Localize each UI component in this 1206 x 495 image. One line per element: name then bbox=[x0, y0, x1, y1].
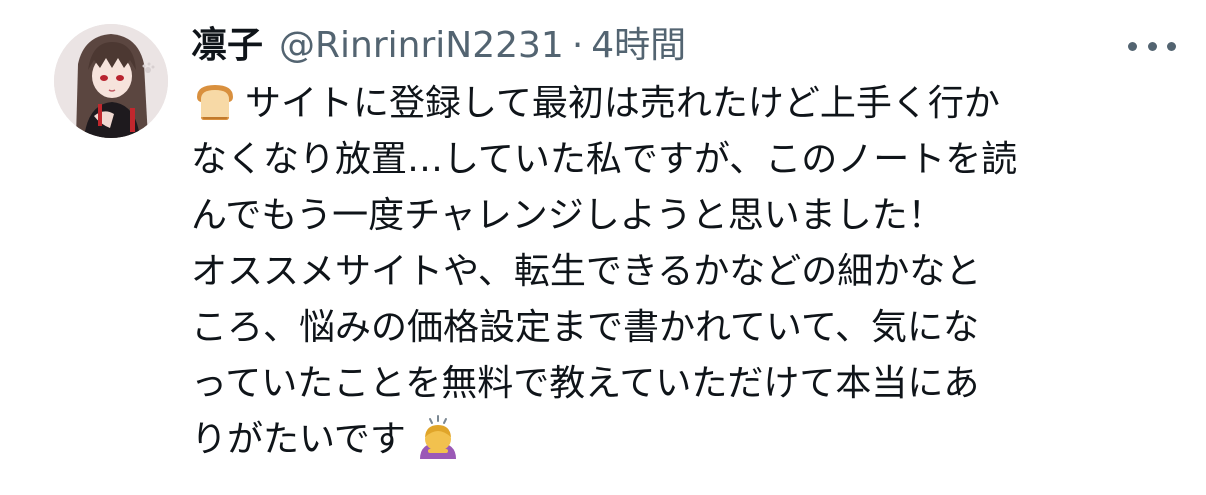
tweet-line-2: なくなり放置…していた私ですが、このノートを読 bbox=[191, 139, 1018, 180]
tweet-text-line: サイトに登録して最初は売れたけど上手く行か bbox=[191, 76, 1181, 132]
avatar-image bbox=[54, 24, 168, 138]
tweet-header: 凛子 @RinrinriN2231 · 4時間 bbox=[191, 18, 686, 74]
tweet-text-line: りがたいです bbox=[191, 412, 1181, 468]
tweet-line-3: んでもう一度チャレンジしようと思いました！ bbox=[191, 195, 944, 236]
tweet-line-5: ころ、悩みの価格設定まで書かれていて、気にな bbox=[191, 307, 980, 348]
ellipsis-dot bbox=[1167, 41, 1176, 51]
display-name[interactable]: 凛子 bbox=[191, 18, 263, 74]
user-handle[interactable]: @RinrinriN2231 bbox=[279, 18, 564, 74]
more-options-button[interactable] bbox=[1128, 33, 1176, 59]
timestamp[interactable]: 4時間 bbox=[591, 18, 686, 74]
tweet-line-4: オススメサイトや、転生できるかなどの細かなと bbox=[191, 251, 982, 292]
ellipsis-dot bbox=[1147, 41, 1157, 51]
tweet-line-1: サイトに登録して最初は売れたけど上手く行か bbox=[245, 83, 1000, 124]
tweet[interactable]: 凛子 @RinrinriN2231 · 4時間 サイトに登録して最初は売れたけど… bbox=[0, 0, 1206, 495]
tweet-line-6: っていたことを無料で教えていただけて本当にあ bbox=[191, 363, 980, 404]
avatar[interactable] bbox=[54, 24, 168, 138]
tweet-text: サイトに登録して最初は売れたけど上手く行か なくなり放置…していた私ですが、この… bbox=[191, 76, 1181, 468]
ellipsis-icon bbox=[1128, 41, 1137, 51]
tweet-line-7: りがたいです bbox=[191, 419, 406, 460]
person-bowing-icon bbox=[414, 413, 462, 461]
separator-dot: · bbox=[571, 25, 584, 66]
bread-icon bbox=[191, 77, 239, 125]
